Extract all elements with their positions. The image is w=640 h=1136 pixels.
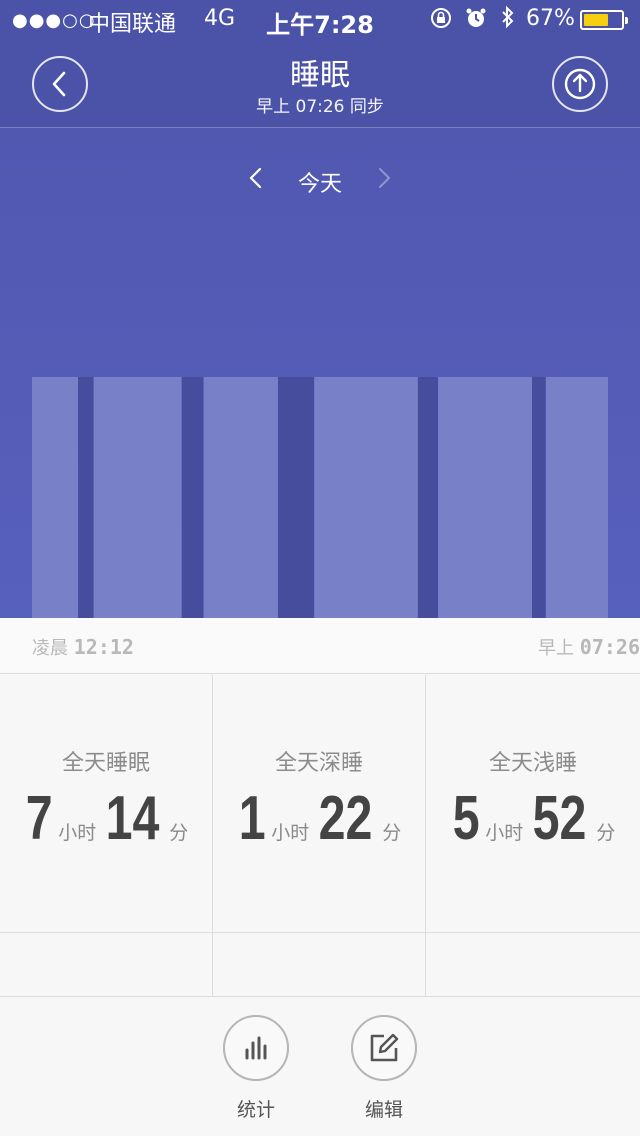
status-bar: ●●●○○ 中国联通 4G 上午7:28 67% (0, 0, 640, 40)
stat-divider (425, 675, 426, 997)
bar-chart-icon (245, 1036, 267, 1060)
deep-sleep-segment (532, 377, 546, 618)
stat-hours: 1 (238, 784, 266, 853)
light-sleep-segment (314, 377, 418, 618)
deep-sleep-segment (181, 377, 204, 618)
light-sleep-segment (545, 377, 608, 618)
hour-unit: 小时 (271, 822, 310, 844)
stat-value: 1 小时 22 分 (213, 783, 425, 854)
statistics-label: 统计 (236, 1099, 275, 1121)
edit-label: 编辑 (364, 1099, 403, 1121)
stat-caption: 全天睡眠 (61, 751, 150, 776)
page-title: 睡眠 (290, 58, 350, 93)
minute-unit: 分 (169, 822, 189, 844)
upload-icon (564, 68, 596, 100)
alarm-icon (465, 8, 494, 35)
light-sleep-segment (438, 377, 532, 618)
hour-unit: 小时 (58, 822, 97, 844)
date-label: 今天 (297, 172, 342, 197)
edit-button[interactable]: 编辑 (349, 1015, 419, 1122)
deep-sleep-stat: 全天深睡 1 小时 22 分 (213, 675, 425, 997)
light-sleep-segment (93, 377, 182, 618)
share-button[interactable] (552, 56, 608, 112)
deep-sleep-segment (417, 377, 439, 618)
stat-value: 5 小时 52 分 (426, 783, 640, 854)
sleep-start-time: 凌晨 12:12 (32, 634, 134, 660)
start-time-prefix: 凌晨 (32, 638, 68, 659)
stat-hours: 7 (25, 784, 53, 853)
start-time-value: 12:12 (73, 635, 134, 659)
header-divider (0, 127, 640, 128)
deep-sleep-segment (78, 377, 94, 618)
stat-minutes: 14 (105, 784, 160, 853)
battery-icon (580, 10, 628, 30)
battery-level (584, 14, 608, 26)
stat-caption: 全天深睡 (274, 751, 363, 776)
light-sleep-segment (32, 377, 79, 618)
next-day-button[interactable] (372, 164, 396, 196)
light-sleep-stat: 全天浅睡 5 小时 52 分 (426, 675, 640, 997)
hour-unit: 小时 (485, 822, 524, 844)
chart-time-axis: 凌晨 12:12 早上 07:26 (0, 618, 640, 674)
stat-value: 7 小时 14 分 (0, 783, 212, 854)
minute-unit: 分 (596, 822, 616, 844)
end-time-prefix: 早上 (538, 638, 575, 659)
statistics-button[interactable]: 统计 (221, 1015, 291, 1122)
status-icons (430, 5, 522, 35)
minute-unit: 分 (382, 822, 402, 844)
edit-icon (370, 1033, 399, 1062)
stat-minutes: 22 (318, 784, 373, 853)
battery-percent: 67% (526, 6, 575, 31)
sleep-end-time: 早上 07:26 (538, 634, 640, 660)
sleep-summary: 全天睡眠 7 小时 14 分 全天深睡 1 小时 22 分 全天浅睡 5 小时 52 分 (0, 675, 640, 997)
sync-status: 早上 07:26 同步 (256, 97, 384, 117)
total-sleep-stat: 全天睡眠 7 小时 14 分 (0, 675, 212, 997)
bluetooth-icon (500, 5, 516, 35)
stat-caption: 全天浅睡 (488, 751, 577, 776)
edit-circle[interactable] (351, 1015, 417, 1081)
date-navigator: 今天 (0, 164, 640, 198)
stat-hours: 5 (452, 784, 480, 853)
deep-sleep-segment (278, 377, 315, 618)
light-sleep-segment (203, 377, 278, 618)
bottom-actions: 统计 编辑 (0, 997, 640, 1136)
stat-divider (212, 675, 213, 997)
end-time-value: 07:26 (579, 635, 640, 659)
stat-minutes: 52 (532, 784, 587, 853)
statistics-circle[interactable] (223, 1015, 289, 1081)
rotation-lock-icon (430, 8, 459, 35)
stats-divider (0, 932, 640, 933)
